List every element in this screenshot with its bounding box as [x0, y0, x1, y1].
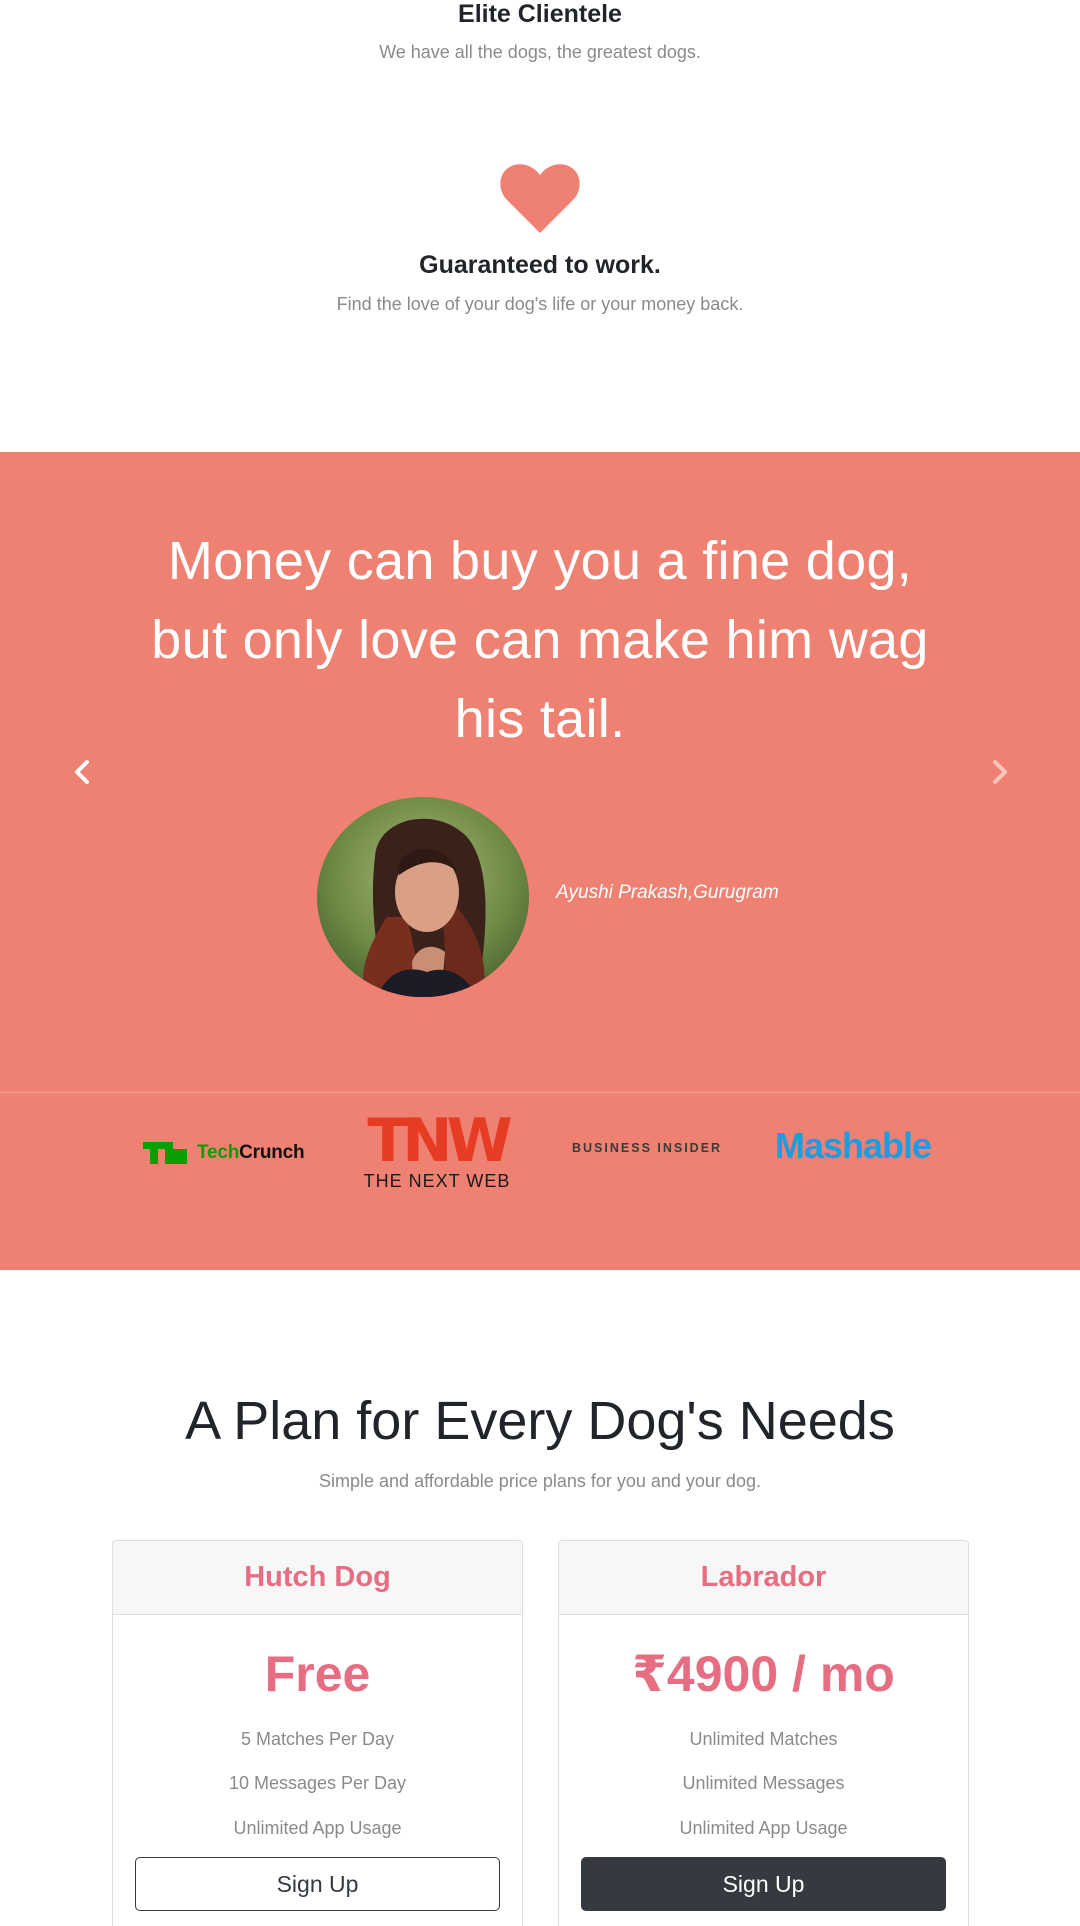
- plan-feature: Unlimited Matches: [689, 1729, 838, 1749]
- pricing-subtitle: Simple and affordable price plans for yo…: [319, 1471, 761, 1491]
- chevron-right-icon: [993, 760, 1007, 784]
- plan-feature: 5 Matches Per Day: [240, 1729, 395, 1749]
- techcrunch-logo: TechCrunch: [143, 1137, 305, 1169]
- business-insider-logo: BUSINESS INSIDER: [572, 1141, 723, 1155]
- techcrunch-mark-icon: [143, 1142, 187, 1164]
- plan-feature: 10 Messages Per Day: [228, 1773, 407, 1793]
- plan-feature: Unlimited Messages: [682, 1773, 845, 1793]
- plan-name: Hutch Dog: [244, 1561, 391, 1593]
- testimonial-quote: Money can buy you a fine dog, but only l…: [151, 531, 929, 749]
- card-header: Labrador: [559, 1541, 968, 1615]
- chevron-left-icon: [75, 760, 89, 784]
- techcrunch-tech-text: Tech: [197, 1142, 240, 1163]
- feature-text-elite: We have all the dogs, the greatest dogs.: [379, 42, 701, 62]
- sign-up-button-hutch-dog[interactable]: Sign Up: [135, 1857, 500, 1911]
- pricing-card-labrador: Labrador ₹4900 / mo Unlimited Matches Un…: [558, 1540, 969, 1926]
- pricing-title: A Plan for Every Dog's Needs: [185, 1391, 895, 1451]
- tnw-letters: TNW: [367, 1106, 512, 1176]
- techcrunch-crunch-text: Crunch: [239, 1142, 305, 1163]
- card-header: Hutch Dog: [113, 1541, 522, 1615]
- testimonial-carousel: Money can buy you a fine dog, but only l…: [0, 452, 1080, 1092]
- mashable-logo: Mashable: [775, 1125, 932, 1166]
- carousel-prev-button[interactable]: [62, 752, 102, 792]
- pricing-card-hutch-dog: Hutch Dog Free 5 Matches Per Day 10 Mess…: [112, 1540, 523, 1926]
- sign-up-button-labrador[interactable]: Sign Up: [581, 1857, 946, 1911]
- testimonial-avatar: [317, 797, 529, 997]
- plan-feature: Unlimited App Usage: [233, 1818, 402, 1838]
- feature-text-guaranteed: Find the love of your dog's life or your…: [336, 294, 744, 314]
- features-section: Elite Clientele We have all the dogs, th…: [0, 0, 1080, 452]
- testimonial-author: Ayushi Prakash,Gurugram: [556, 882, 779, 903]
- tnw-logo: TNW THE NEXT WEB: [353, 1106, 521, 1192]
- pricing-section: A Plan for Every Dog's Needs Simple and …: [0, 1270, 1080, 1926]
- plan-name: Labrador: [700, 1561, 827, 1593]
- carousel-next-button[interactable]: [980, 752, 1020, 792]
- press-logos: TechCrunch TNW THE NEXT WEB BUSINESS INS…: [0, 1092, 1080, 1270]
- plan-feature: Unlimited App Usage: [679, 1818, 848, 1838]
- plan-price: ₹4900 / mo: [632, 1646, 895, 1702]
- feature-title-guaranteed: Guaranteed to work.: [419, 251, 661, 279]
- heart-icon: [500, 164, 580, 233]
- feature-title-elite: Elite Clientele: [458, 0, 622, 28]
- plan-price: Free: [264, 1646, 371, 1702]
- tnw-subtitle: THE NEXT WEB: [363, 1171, 511, 1191]
